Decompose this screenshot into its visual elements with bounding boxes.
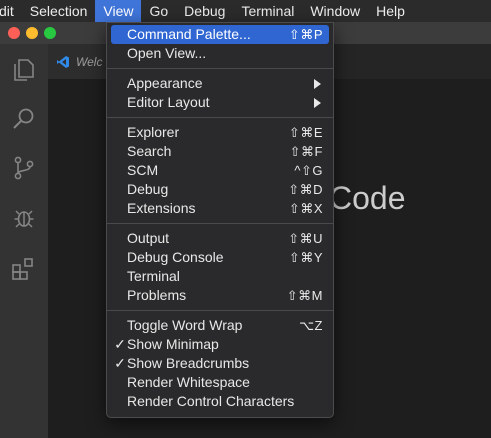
menu-item-label: Output bbox=[127, 230, 170, 246]
menu-item-terminal[interactable]: Terminal bbox=[111, 267, 329, 286]
menu-item-appearance[interactable]: Appearance bbox=[111, 74, 329, 93]
menu-item-shortcut: ⇧⌘Y bbox=[288, 250, 323, 265]
menu-go[interactable]: Go bbox=[141, 0, 176, 22]
menu-bar: dit Selection View Go Debug Terminal Win… bbox=[0, 0, 491, 22]
menu-item-shortcut: ⇧⌘M bbox=[286, 288, 323, 303]
menu-item-debug-console[interactable]: Debug Console ⇧⌘Y bbox=[111, 248, 329, 267]
menu-item-shortcut: ^⇧G bbox=[294, 163, 323, 178]
menu-item-render-whitespace[interactable]: Render Whitespace bbox=[111, 373, 329, 392]
menu-item-explorer[interactable]: Explorer ⇧⌘E bbox=[111, 123, 329, 142]
menu-item-label: Render Whitespace bbox=[127, 374, 250, 390]
submenu-arrow-icon bbox=[314, 98, 321, 108]
menu-help[interactable]: Help bbox=[368, 0, 413, 22]
menu-item-label: Show Minimap bbox=[127, 336, 219, 352]
menu-item-problems[interactable]: Problems ⇧⌘M bbox=[111, 286, 329, 305]
menu-item-label: Editor Layout bbox=[127, 94, 210, 110]
menu-item-command-palette[interactable]: Command Palette... ⇧⌘P bbox=[111, 25, 329, 44]
menu-item-debug[interactable]: Debug ⇧⌘D bbox=[111, 180, 329, 199]
menu-item-editor-layout[interactable]: Editor Layout bbox=[111, 93, 329, 112]
menu-item-shortcut: ⌥Z bbox=[299, 318, 323, 333]
menu-separator bbox=[107, 223, 333, 224]
menu-item-search[interactable]: Search ⇧⌘F bbox=[111, 142, 329, 161]
menu-item-show-breadcrumbs[interactable]: ✓ Show Breadcrumbs bbox=[111, 354, 329, 373]
welcome-title-fragment: Code bbox=[329, 180, 406, 216]
menu-view[interactable]: View bbox=[95, 0, 142, 22]
menu-item-show-minimap[interactable]: ✓ Show Minimap bbox=[111, 335, 329, 354]
menu-selection[interactable]: Selection bbox=[22, 0, 96, 22]
menu-item-label: SCM bbox=[127, 162, 159, 178]
menu-item-label: Terminal bbox=[127, 268, 180, 284]
menu-item-label: Explorer bbox=[127, 124, 180, 140]
source-control-icon[interactable] bbox=[10, 154, 38, 182]
menu-item-label: Problems bbox=[127, 287, 187, 303]
menu-item-label: Debug Console bbox=[127, 249, 224, 265]
menu-item-output[interactable]: Output ⇧⌘U bbox=[111, 229, 329, 248]
menu-separator bbox=[107, 117, 333, 118]
minimize-window-button[interactable] bbox=[26, 27, 38, 39]
menu-separator bbox=[107, 68, 333, 69]
activity-bar bbox=[0, 44, 48, 438]
zoom-window-button[interactable] bbox=[44, 27, 56, 39]
menu-item-render-control-characters[interactable]: Render Control Characters bbox=[111, 392, 329, 411]
menu-debug[interactable]: Debug bbox=[176, 0, 233, 22]
menu-terminal[interactable]: Terminal bbox=[233, 0, 302, 22]
menu-item-shortcut: ⇧⌘U bbox=[288, 231, 323, 246]
menu-item-shortcut: ⇧⌘E bbox=[288, 125, 323, 140]
checkmark-icon: ✓ bbox=[114, 355, 126, 371]
menu-item-shortcut: ⇧⌘X bbox=[288, 201, 323, 216]
menu-window[interactable]: Window bbox=[302, 0, 368, 22]
menu-edit[interactable]: dit bbox=[0, 0, 22, 22]
view-menu-dropdown: Command Palette... ⇧⌘P Open View... Appeara… bbox=[106, 22, 334, 418]
menu-item-label: Open View... bbox=[127, 45, 207, 61]
menu-item-label: Toggle Word Wrap bbox=[127, 317, 243, 333]
explorer-icon[interactable] bbox=[10, 56, 38, 84]
close-window-button[interactable] bbox=[8, 27, 20, 39]
menu-item-open-view[interactable]: Open View... bbox=[111, 44, 329, 63]
menu-item-scm[interactable]: SCM ^⇧G bbox=[111, 161, 329, 180]
debug-icon[interactable] bbox=[10, 204, 38, 232]
menu-item-label: Appearance bbox=[127, 75, 203, 91]
menu-item-label: Show Breadcrumbs bbox=[127, 355, 250, 371]
checkmark-icon: ✓ bbox=[114, 336, 126, 352]
menu-item-extensions[interactable]: Extensions ⇧⌘X bbox=[111, 199, 329, 218]
tab-label: Welc bbox=[76, 54, 103, 69]
menu-item-label: Search bbox=[127, 143, 172, 159]
menu-item-label: Render Control Characters bbox=[127, 393, 295, 409]
menu-item-shortcut: ⇧⌘P bbox=[288, 27, 323, 42]
menu-item-label: Extensions bbox=[127, 200, 196, 216]
menu-separator bbox=[107, 310, 333, 311]
vscode-logo-icon bbox=[57, 55, 69, 68]
submenu-arrow-icon bbox=[314, 79, 321, 89]
menu-item-label: Command Palette... bbox=[127, 26, 251, 42]
search-icon[interactable] bbox=[10, 105, 38, 133]
menu-item-shortcut: ⇧⌘D bbox=[288, 182, 323, 197]
menu-item-label: Debug bbox=[127, 181, 169, 197]
menu-item-shortcut: ⇧⌘F bbox=[289, 144, 323, 159]
extensions-icon[interactable] bbox=[10, 255, 38, 283]
menu-item-toggle-word-wrap[interactable]: Toggle Word Wrap ⌥Z bbox=[111, 316, 329, 335]
